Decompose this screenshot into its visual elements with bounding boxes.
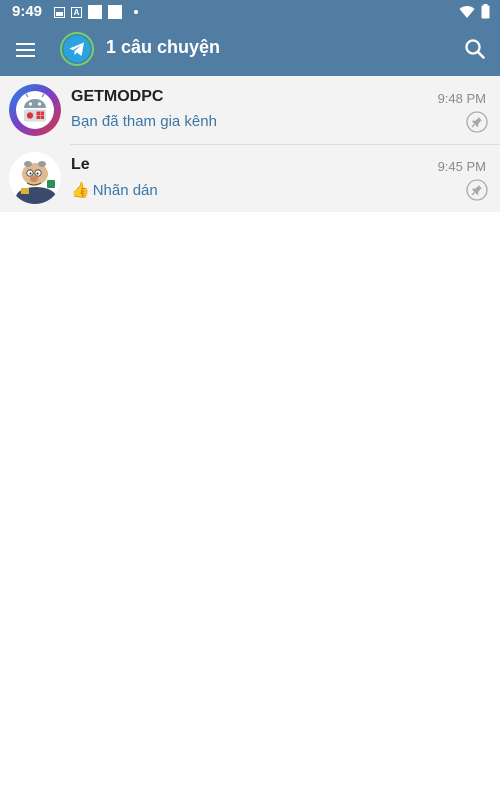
white-square-icon [108, 5, 122, 19]
dot-icon [134, 10, 138, 14]
image-icon [54, 6, 65, 18]
chat-row-getmodpc[interactable]: GETMODPC 9:48 PM Bạn đã tham gia kênh [0, 76, 500, 144]
chat-last-message: Bạn đã tham gia kênh [71, 113, 217, 130]
chat-list: GETMODPC 9:48 PM Bạn đã tham gia kênh Le… [0, 76, 500, 212]
chat-row-le[interactable]: Le 9:45 PM 👍 Nhãn dán [0, 144, 500, 212]
thumbs-up-emoji: 👍 [71, 182, 90, 199]
status-system-icons [459, 4, 490, 19]
app-bar: 1 câu chuyện [0, 24, 500, 76]
chat-last-message-text: Nhãn dán [92, 182, 158, 199]
white-square-icon [88, 5, 102, 19]
telegram-logo-icon[interactable] [60, 32, 94, 66]
wifi-icon [459, 5, 475, 18]
chat-last-message: 👍 Nhãn dán [71, 181, 158, 199]
chat-name: GETMODPC [71, 88, 164, 105]
status-time: 9:49 [12, 3, 43, 20]
chat-name: Le [71, 156, 90, 173]
cartoon-character-avatar [9, 152, 61, 204]
chat-time: 9:48 PM [437, 91, 486, 106]
android-apple-windows-logo-icon [9, 84, 61, 136]
a-notification-icon: A [71, 6, 82, 18]
app-title: 1 câu chuyện [106, 37, 221, 57]
pin-icon [466, 111, 488, 133]
pin-icon [466, 179, 488, 201]
hamburger-menu-icon[interactable] [14, 38, 38, 62]
search-icon[interactable] [462, 36, 488, 62]
status-notification-icons: A [54, 5, 138, 19]
battery-icon [481, 4, 490, 19]
status-bar: 9:49 A [0, 0, 500, 24]
chat-time: 9:45 PM [437, 159, 486, 174]
